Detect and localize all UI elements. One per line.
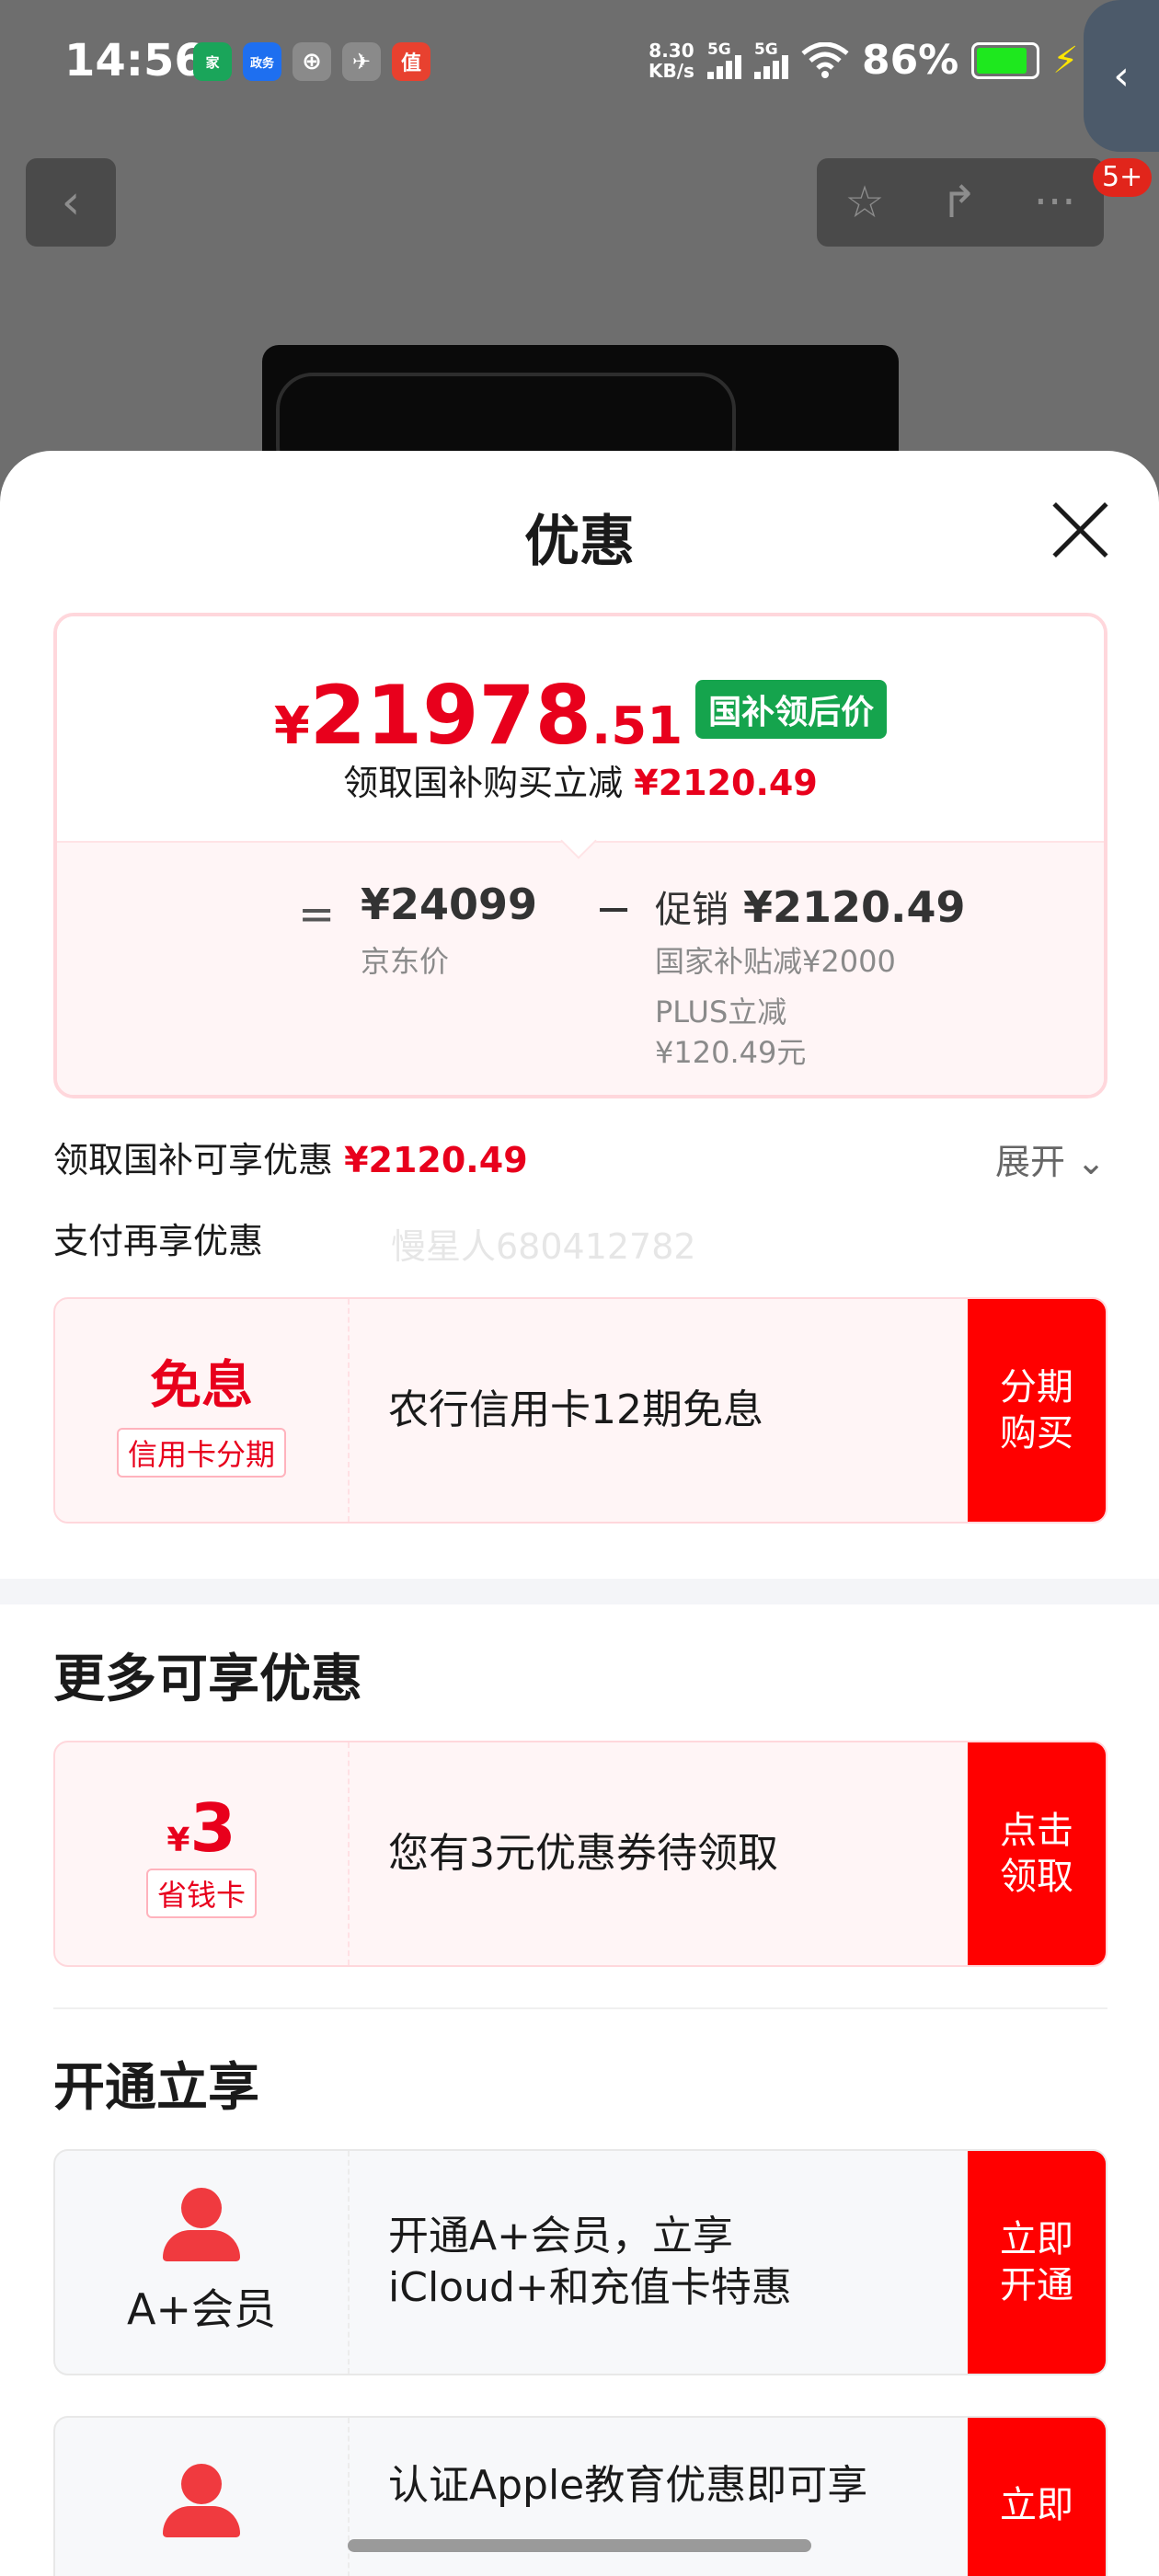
subsidy-price-tag: 国补领后价 bbox=[695, 680, 888, 739]
equals-sign: = bbox=[298, 889, 336, 940]
education-activate-button[interactable]: 立即 bbox=[968, 2418, 1106, 2576]
share-icon[interactable]: ↱ bbox=[941, 177, 978, 228]
activate-section-title: 开通立享 bbox=[53, 2058, 259, 2118]
member-label: A+会员 bbox=[126, 2284, 276, 2334]
more-offers-title: 更多可享优惠 bbox=[53, 1650, 362, 1709]
jd-price: ¥24099 bbox=[361, 880, 538, 929]
subsidy-summary: 领取国补可享优惠 ¥2120.49 bbox=[53, 1140, 528, 1180]
savings-card-tag: 省钱卡 bbox=[145, 1869, 257, 1918]
education-offer-text: 认证Apple教育优惠即可享 bbox=[388, 2462, 868, 2509]
close-icon[interactable] bbox=[1049, 497, 1113, 561]
news-app-icon: 政务 bbox=[243, 42, 281, 81]
favorite-icon[interactable]: ☆ bbox=[844, 177, 884, 228]
signal-icon: 5G bbox=[706, 40, 741, 79]
promo-plus-line: PLUS立减 ¥120.49元 bbox=[655, 995, 807, 1070]
promo-amount: 促销 ¥2120.49 bbox=[655, 882, 966, 932]
coupon-value: ¥3 bbox=[166, 1789, 236, 1867]
status-time: 14:56 bbox=[64, 35, 205, 86]
net-speed: 8.30 KB/s bbox=[648, 39, 694, 82]
more-icon[interactable]: ··· bbox=[1034, 177, 1076, 228]
installment-offer: 免息 信用卡分期 农行信用卡12期免息 分期购买 bbox=[53, 1297, 1107, 1524]
bird-app-icon: ✈ bbox=[342, 42, 381, 81]
expand-button[interactable]: 展开 ⌄ bbox=[995, 1133, 1106, 1184]
watermark: 慢星人680412782 bbox=[391, 1226, 696, 1267]
jd-price-label: 京东价 bbox=[361, 944, 450, 979]
back-button[interactable]: ‹ bbox=[26, 158, 116, 247]
sheet-title: 优惠 bbox=[524, 510, 635, 574]
member-offer-text: 开通A+会员，立享 iCloud+和充值卡特惠 bbox=[388, 2213, 792, 2311]
home-indicator[interactable] bbox=[348, 2539, 811, 2552]
section-divider-line bbox=[53, 2007, 1107, 2009]
status-indicators: 8.30 KB/s 5G 5G 86% ⚡ bbox=[648, 37, 1078, 84]
chevron-down-icon: ⌄ bbox=[1076, 1142, 1106, 1182]
battery-icon bbox=[971, 41, 1040, 79]
interest-free-label: 免息 bbox=[150, 1355, 253, 1416]
promo-subsidy-line: 国家补贴减¥2000 bbox=[655, 944, 896, 979]
side-panel-tab[interactable]: ‹ bbox=[1084, 0, 1159, 152]
discount-sheet: 优惠 ¥21978.51 国补领后价 领取国补购买立减 ¥2120.49 = ¥2… bbox=[0, 451, 1159, 2576]
coupon-offer-text: 您有3元优惠券待领取 bbox=[388, 1830, 778, 1877]
member-offer: A+会员 开通A+会员，立享 iCloud+和充值卡特惠 立即开通 bbox=[53, 2149, 1107, 2375]
installment-offer-text: 农行信用卡12期免息 bbox=[388, 1386, 763, 1433]
value-app-icon: 值 bbox=[392, 42, 430, 81]
claim-coupon-button[interactable]: 点击领取 bbox=[968, 1742, 1106, 1965]
member-person-icon bbox=[163, 2188, 240, 2261]
wifi-icon bbox=[801, 41, 849, 78]
charging-icon: ⚡ bbox=[1052, 39, 1079, 82]
pay-section-label: 支付再享优惠 bbox=[53, 1221, 264, 1261]
price-card: ¥21978.51 国补领后价 领取国补购买立减 ¥2120.49 = ¥2409… bbox=[53, 613, 1107, 1098]
signal-icon: 5G bbox=[753, 40, 788, 79]
battery-percent: 86% bbox=[861, 37, 959, 84]
minus-sign: − bbox=[595, 883, 633, 935]
bank-app-icon: ⊕ bbox=[293, 42, 331, 81]
education-person-icon bbox=[163, 2464, 240, 2537]
final-price: ¥21978.51 国补领后价 bbox=[57, 668, 1104, 763]
credit-installment-tag: 信用卡分期 bbox=[116, 1427, 286, 1478]
coupon-offer: ¥3 省钱卡 您有3元优惠券待领取 点击领取 bbox=[53, 1741, 1107, 1967]
section-divider bbox=[0, 1579, 1159, 1604]
action-bar: ☆ ↱ ··· bbox=[817, 158, 1104, 247]
message-badge: 5+ bbox=[1093, 158, 1153, 197]
activate-member-button[interactable]: 立即开通 bbox=[968, 2151, 1106, 2374]
home-app-icon: 家 bbox=[193, 42, 232, 81]
notification-icons: 家 政务 ⊕ ✈ 值 bbox=[193, 42, 430, 81]
installment-buy-button[interactable]: 分期购买 bbox=[968, 1299, 1106, 1522]
status-bar: 14:56 家 政务 ⊕ ✈ 值 8.30 KB/s 5G 5G 86% ⚡ bbox=[0, 0, 1159, 124]
price-subtitle: 领取国补购买立减 ¥2120.49 bbox=[343, 763, 818, 803]
